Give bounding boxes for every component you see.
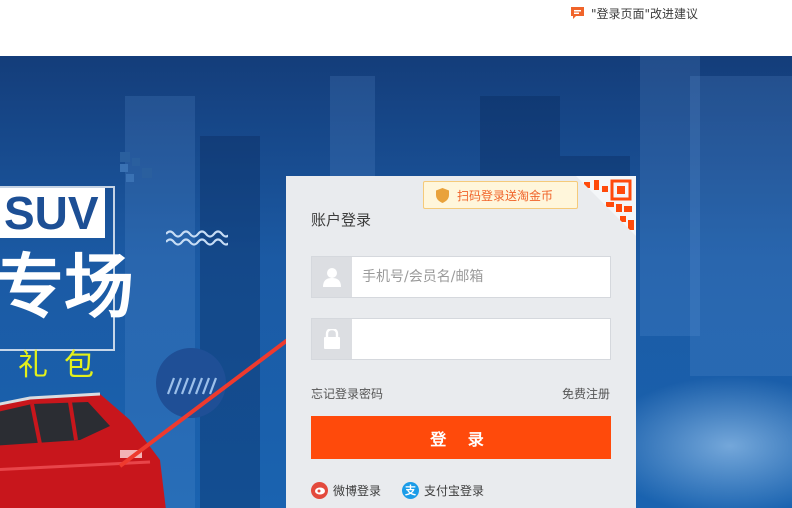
weibo-login-label: 微博登录 [333, 483, 382, 498]
alipay-icon: 支 [402, 481, 419, 499]
password-input[interactable] [352, 319, 610, 359]
feedback-link[interactable]: "登录页面"改进建议 [570, 4, 698, 22]
red-suv-image [0, 392, 166, 508]
promo-gift-text: 礼包 [18, 348, 110, 383]
password-addon [312, 319, 352, 359]
alipay-login-link[interactable]: 支 支付宝登录 [402, 481, 484, 499]
waves-decoration [166, 230, 228, 246]
promo-suv-text: SUV [0, 188, 105, 238]
background-building [480, 96, 560, 186]
background-building [690, 76, 792, 376]
background-building [200, 136, 260, 508]
qr-tip-text: 扫码登录送淘金币 [457, 188, 554, 203]
chat-bubble-icon [571, 7, 584, 19]
login-panel: 扫码登录送淘金币 账户登录 手机号/会员名/邮箱 忘记登录密码 免费注册 登 录… [286, 176, 636, 508]
user-icon [323, 268, 341, 287]
login-button[interactable]: 登 录 [311, 416, 611, 459]
qr-code-icon[interactable] [576, 176, 636, 236]
login-title: 账户登录 [311, 211, 372, 229]
background-building [330, 76, 375, 176]
alipay-login-label: 支付宝登录 [424, 483, 485, 498]
feedback-text: "登录页面"改进建议 [591, 6, 699, 21]
promo-headline: 专场 [0, 246, 134, 328]
username-input[interactable] [352, 257, 610, 297]
password-field[interactable] [311, 318, 611, 360]
forgot-password-link[interactable]: 忘记登录密码 [311, 385, 383, 402]
top-bar: "登录页面"改进建议 [0, 0, 792, 56]
username-field[interactable] [311, 256, 611, 298]
lock-icon [324, 329, 340, 349]
weibo-login-link[interactable]: 微博登录 [311, 481, 381, 499]
register-link[interactable]: 免费注册 [562, 385, 610, 402]
shield-icon [436, 187, 449, 203]
username-addon [312, 257, 352, 297]
pixel-dots-decoration [120, 152, 152, 182]
weibo-icon [311, 481, 328, 499]
qr-login-tip: 扫码登录送淘金币 [423, 181, 578, 209]
